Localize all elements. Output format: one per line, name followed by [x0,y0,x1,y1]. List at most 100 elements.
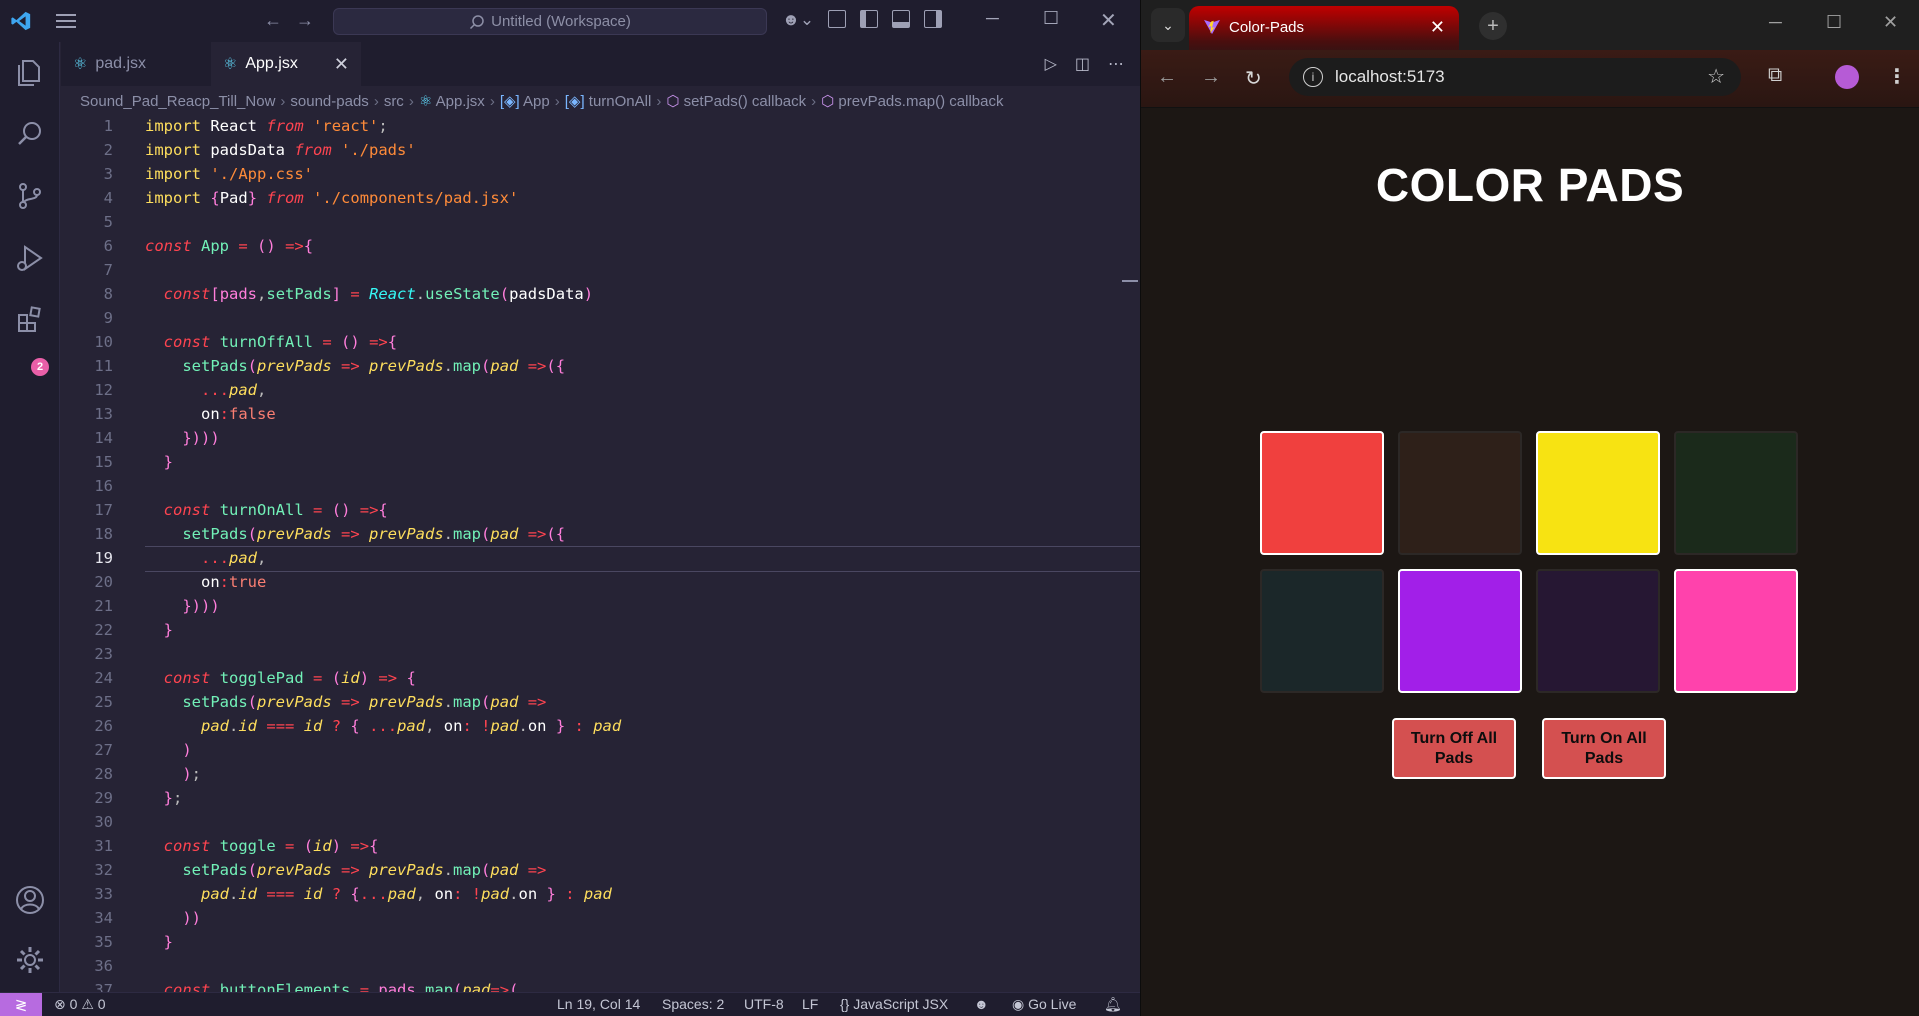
close-tab-icon[interactable]: ✕ [1430,17,1445,38]
color-pad[interactable] [1674,431,1798,555]
close-tab-icon[interactable]: ✕ [334,54,349,75]
search-icon[interactable] [14,118,46,150]
extensions-puzzle-icon[interactable]: ⧉ [1768,64,1782,87]
minimize-icon[interactable]: ─ [986,8,999,29]
code-line[interactable]: 11 setPads(prevPads => prevPads.map(pad … [61,354,1140,378]
code-line[interactable]: 31 const toggle = (id) =>{ [61,834,1140,858]
code-line[interactable]: 3 import './App.css' [61,162,1140,186]
toggle-panel-icon[interactable] [892,10,911,28]
code-line[interactable]: 20 on:true [61,570,1140,594]
close-window-icon[interactable]: ✕ [1883,12,1898,33]
code-line[interactable]: 21 }))) [61,594,1140,618]
copilot-status-icon[interactable]: ☻ [974,996,989,1012]
code-line[interactable]: 9 [61,306,1140,330]
breadcrumb-item[interactable]: src [384,93,404,110]
language-mode[interactable]: {} JavaScript JSX [840,996,948,1012]
tab-app-jsx[interactable]: ⚛ App.jsx ✕ [211,42,361,86]
minimize-icon[interactable]: ─ [1769,12,1782,33]
code-line[interactable]: 26 pad.id === id ? { ...pad, on: !pad.on… [61,714,1140,738]
breadcrumb-item[interactable]: Sound_Pad_Reacp_Till_Now [80,93,275,110]
go-live-button[interactable]: ◉ Go Live [1012,996,1076,1013]
toggle-sidebar-icon[interactable] [860,10,879,28]
maximize-icon[interactable]: ☐ [1826,12,1842,33]
extensions-icon[interactable] [14,304,46,336]
toggle-secondary-sidebar-icon[interactable] [924,10,943,28]
code-line[interactable]: 32 setPads(prevPads => prevPads.map(pad … [61,858,1140,882]
breadcrumb-item[interactable]: setPads() callback [684,93,807,110]
code-line[interactable]: 13 on:false [61,402,1140,426]
code-line[interactable]: 25 setPads(prevPads => prevPads.map(pad … [61,690,1140,714]
breadcrumb-item[interactable]: App.jsx [436,93,485,110]
code-line[interactable]: 5 [61,210,1140,234]
tab-pad-jsx[interactable]: ⚛ pad.jsx [61,42,211,86]
code-line[interactable]: 17 const turnOnAll = () =>{ [61,498,1140,522]
turn-off-all-button[interactable]: Turn Off All Pads [1392,718,1516,779]
code-line[interactable]: 33 pad.id === id ? {...pad, on: !pad.on … [61,882,1140,906]
code-line[interactable]: 24 const togglePad = (id) => { [61,666,1140,690]
back-arrow-icon[interactable]: ← [264,10,282,31]
split-editor-icon[interactable]: ◫ [1075,54,1090,74]
code-line[interactable]: 16 [61,474,1140,498]
customize-layout-icon[interactable] [828,10,847,28]
run-debug-icon[interactable] [14,242,46,274]
code-line[interactable]: 35 } [61,930,1140,954]
explorer-icon[interactable] [14,56,46,88]
color-pad[interactable] [1674,569,1798,693]
more-actions-icon[interactable]: ⋯ [1108,54,1124,74]
source-control-icon[interactable] [14,180,46,212]
code-line[interactable]: 4 import {Pad} from './components/pad.jsx… [61,186,1140,210]
run-icon[interactable]: ▷ [1045,54,1057,74]
notifications-bell-icon[interactable]: 🔔︎ [1104,996,1122,1013]
menu-icon[interactable] [56,14,76,28]
color-pad[interactable] [1536,431,1660,555]
accounts-icon[interactable] [14,884,46,916]
code-line[interactable]: 6 const App = () =>{ [61,234,1140,258]
code-line[interactable]: 8 const[pads,setPads] = React.useState(p… [61,282,1140,306]
code-line[interactable]: 18 setPads(prevPads => prevPads.map(pad … [61,522,1140,546]
code-line[interactable]: 12 ...pad, [61,378,1140,402]
maximize-icon[interactable]: ☐ [1043,8,1059,29]
code-line[interactable]: 15 } [61,450,1140,474]
color-pad[interactable] [1536,569,1660,693]
color-pad[interactable] [1398,569,1522,693]
color-pad[interactable] [1398,431,1522,555]
browser-tab-color-pads[interactable]: Color-Pads ✕ [1189,6,1459,50]
code-line[interactable]: 19 ...pad, [61,546,1140,572]
code-line[interactable]: 10 const turnOffAll = () =>{ [61,330,1140,354]
close-icon[interactable]: ✕ [1100,8,1117,33]
forward-icon[interactable]: → [1201,66,1221,89]
indentation[interactable]: Spaces: 2 [662,996,724,1012]
code-line[interactable]: 7 [61,258,1140,282]
site-info-icon[interactable]: i [1303,67,1323,87]
code-line[interactable]: 1 import React from 'react'; [61,114,1140,138]
code-line[interactable]: 22 } [61,618,1140,642]
tab-search-chevron-icon[interactable]: ⌄ [1151,8,1185,42]
code-line[interactable]: 36 [61,954,1140,978]
code-line[interactable]: 29 }; [61,786,1140,810]
code-editor[interactable]: 1 import React from 'react'; 2 import padsD… [61,114,1140,992]
code-line[interactable]: 30 [61,810,1140,834]
color-pad[interactable] [1260,569,1384,693]
forward-arrow-icon[interactable]: → [296,10,314,31]
color-pad[interactable] [1260,431,1384,555]
address-bar[interactable]: i localhost:5173 ☆ [1289,58,1741,96]
breadcrumb-item[interactable]: turnOnAll [589,93,652,110]
new-tab-icon[interactable]: + [1479,12,1507,40]
browser-menu-icon[interactable]: ⋮ [1887,64,1907,89]
end-of-line[interactable]: LF [802,996,818,1012]
code-line[interactable]: 14 }))) [61,426,1140,450]
turn-on-all-button[interactable]: Turn On All Pads [1542,718,1666,779]
reload-icon[interactable]: ↻ [1245,66,1262,91]
breadcrumb-item[interactable]: prevPads.map() callback [838,93,1003,110]
code-line[interactable]: 23 [61,642,1140,666]
problems-status[interactable]: ⊗ 0 ⚠ 0 [54,996,106,1013]
breadcrumb-item[interactable]: App [523,93,550,110]
settings-gear-icon[interactable] [14,944,46,976]
code-line[interactable]: 28 ); [61,762,1140,786]
remote-indicator-icon[interactable]: ≷ [0,993,42,1016]
bookmark-star-icon[interactable]: ☆ [1707,64,1725,89]
code-line[interactable]: 37 const buttonElements = pads.map(pad=>… [61,978,1140,992]
code-line[interactable]: 27 ) [61,738,1140,762]
profile-avatar[interactable] [1835,65,1859,89]
copilot-icon[interactable]: ☻⌄ [782,10,814,30]
